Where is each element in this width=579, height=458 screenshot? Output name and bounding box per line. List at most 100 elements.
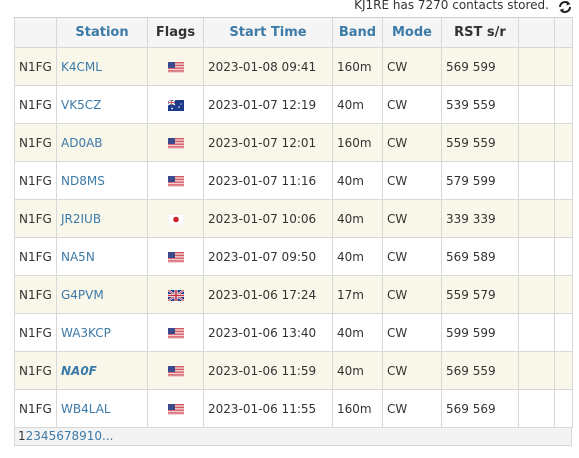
band-cell: 40m [332,199,383,238]
header-rst: RST s/r [441,17,519,48]
operator-cell: N1FG [14,275,57,314]
page-link[interactable]: 8 [71,429,79,443]
page-link[interactable]: 9 [79,429,87,443]
table-row: N1FG ND8MS 2023-01-07 11:16 40m CW 579 5… [14,161,573,200]
page-link[interactable]: 1 [18,429,26,443]
operator-cell: N1FG [14,237,57,276]
start-time-cell: 2023-01-07 12:19 [203,85,333,124]
station-link[interactable]: WB4LAL [56,389,148,428]
table-header-row: Station Flags Start Time Band Mode RST s… [14,17,573,48]
extra-cell-1 [518,237,555,276]
extra-cell-1 [518,123,555,162]
mode-cell: CW [382,313,442,352]
header-operator [14,17,57,48]
mode-cell: CW [382,85,442,124]
header-flags: Flags [147,17,204,48]
refresh-icon[interactable] [557,0,573,15]
extra-cell-2 [554,389,573,428]
header-band[interactable]: Band [332,17,383,48]
rst-cell: 539 559 [441,85,519,124]
extra-cell-1 [518,47,555,86]
extra-cell-1 [518,389,555,428]
operator-cell: N1FG [14,85,57,124]
mode-cell: CW [382,351,442,390]
band-cell: 40m [332,237,383,276]
band-cell: 160m [332,389,383,428]
start-time-cell: 2023-01-07 11:16 [203,161,333,200]
table-row: N1FG VK5CZ 2023-01-07 12:19 40m CW 539 5… [14,85,573,124]
contacts-table: Station Flags Start Time Band Mode RST s… [14,17,573,428]
station-link[interactable]: ND8MS [56,161,148,200]
extra-cell-1 [518,85,555,124]
header-start-time[interactable]: Start Time [203,17,333,48]
flag-us-icon [147,351,204,390]
extra-cell-2 [554,47,573,86]
station-link[interactable]: G4PVM [56,275,148,314]
operator-cell: N1FG [14,161,57,200]
flag-jp-icon [147,199,204,238]
start-time-cell: 2023-01-06 11:55 [203,389,333,428]
extra-cell-2 [554,161,573,200]
table-row: N1FG WA3KCP 2023-01-06 13:40 40m CW 599 … [14,313,573,352]
mode-cell: CW [382,389,442,428]
station-link[interactable]: WA3KCP [56,313,148,352]
extra-cell-2 [554,351,573,390]
header-station[interactable]: Station [56,17,148,48]
contacts-count-text: KJ1RE has 7270 contacts stored. [354,0,549,12]
start-time-cell: 2023-01-06 11:59 [203,351,333,390]
start-time-cell: 2023-01-07 10:06 [203,199,333,238]
rst-cell: 559 579 [441,275,519,314]
pagination: 12345678910... [14,428,572,446]
start-time-cell: 2023-01-06 17:24 [203,275,333,314]
extra-cell-2 [554,237,573,276]
band-cell: 40m [332,85,383,124]
extra-cell-1 [518,351,555,390]
band-cell: 40m [332,161,383,200]
header-extra-2 [554,17,573,48]
start-time-cell: 2023-01-08 09:41 [203,47,333,86]
rst-cell: 569 589 [441,237,519,276]
station-link[interactable]: VK5CZ [56,85,148,124]
mode-cell: CW [382,47,442,86]
mode-cell: CW [382,123,442,162]
table-row: N1FG JR2IUB 2023-01-07 10:06 40m CW 339 … [14,199,573,238]
page-link[interactable]: 4 [41,429,49,443]
extra-cell-2 [554,313,573,352]
table-row: N1FG K4CML 2023-01-08 09:41 160m CW 569 … [14,47,573,86]
operator-cell: N1FG [14,123,57,162]
table-row: N1FG AD0AB 2023-01-07 12:01 160m CW 559 … [14,123,573,162]
rst-cell: 339 339 [441,199,519,238]
flag-us-icon [147,47,204,86]
rst-cell: 569 559 [441,351,519,390]
rst-cell: 599 599 [441,313,519,352]
header-mode[interactable]: Mode [382,17,442,48]
flag-us-icon [147,161,204,200]
station-link[interactable]: JR2IUB [56,199,148,238]
operator-cell: N1FG [14,199,57,238]
page-link[interactable]: 3 [33,429,41,443]
start-time-cell: 2023-01-07 09:50 [203,237,333,276]
extra-cell-1 [518,313,555,352]
rst-cell: 559 559 [441,123,519,162]
flag-us-icon [147,123,204,162]
extra-cell-1 [518,161,555,200]
station-link[interactable]: AD0AB [56,123,148,162]
band-cell: 40m [332,313,383,352]
rst-cell: 579 599 [441,161,519,200]
flag-us-icon [147,313,204,352]
start-time-cell: 2023-01-06 13:40 [203,313,333,352]
extra-cell-2 [554,199,573,238]
flag-gb-icon [147,275,204,314]
station-link[interactable]: NA0F [56,351,148,390]
page-more-link[interactable]: ... [102,429,113,443]
page-link[interactable]: 6 [56,429,64,443]
operator-cell: N1FG [14,389,57,428]
rst-cell: 569 569 [441,389,519,428]
station-link[interactable]: NA5N [56,237,148,276]
table-row: N1FG NA5N 2023-01-07 09:50 40m CW 569 58… [14,237,573,276]
extra-cell-1 [518,275,555,314]
station-link[interactable]: K4CML [56,47,148,86]
table-row: N1FG G4PVM 2023-01-06 17:24 17m CW 559 5… [14,275,573,314]
page-link[interactable]: 10 [87,429,102,443]
band-cell: 160m [332,47,383,86]
